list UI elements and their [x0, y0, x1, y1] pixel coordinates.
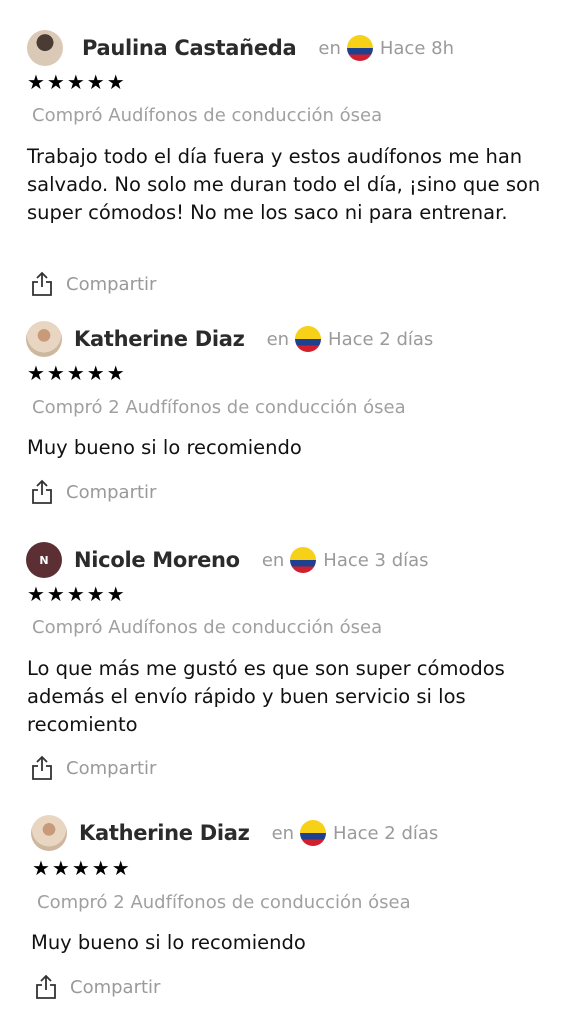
avatar: [27, 30, 63, 66]
review-header: N Nicole Moreno en Hace 3 días: [26, 542, 429, 578]
share-label: Compartir: [70, 976, 161, 998]
share-icon: [32, 479, 52, 504]
review-header: Katherine Diaz en Hace 2 días: [31, 815, 438, 851]
reviewer-name: Katherine Diaz: [79, 821, 250, 845]
location-prefix: en: [266, 328, 290, 350]
review-body: Trabajo todo el día fuera y estos audífo…: [27, 145, 541, 224]
review-header: Paulina Castañeda en Hace 8h: [27, 30, 454, 66]
review-header: Katherine Diaz en Hace 2 días: [26, 321, 433, 357]
avatar: N: [26, 542, 62, 578]
review-time: Hace 3 días: [323, 549, 429, 571]
share-icon: [36, 974, 56, 999]
reviewer-name: Nicole Moreno: [74, 548, 240, 572]
colombia-flag-icon: [346, 35, 373, 61]
purchased-product: Compró 2 Audfífonos de conducción ósea: [37, 892, 411, 913]
share-label: Compartir: [66, 481, 157, 503]
colombia-flag-icon: [290, 547, 317, 573]
share-icon: [32, 755, 52, 780]
share-button[interactable]: Compartir: [30, 271, 156, 297]
share-button[interactable]: Compartir: [30, 755, 156, 781]
avatar: [26, 321, 62, 357]
star-rating: ★★★★★: [32, 856, 132, 880]
star-rating: ★★★★★: [27, 361, 127, 385]
share-icon: [32, 271, 52, 296]
share-button[interactable]: Compartir: [34, 974, 160, 1000]
colombia-flag-icon: [295, 326, 322, 352]
share-button[interactable]: Compartir: [30, 479, 156, 505]
review-body: Muy bueno si lo recomiendo: [31, 931, 306, 954]
reviewer-name: Katherine Diaz: [74, 327, 245, 351]
star-rating: ★★★★★: [27, 582, 127, 606]
purchased-product: Compró 2 Audfífonos de conducción ósea: [32, 397, 406, 418]
share-label: Compartir: [66, 273, 157, 295]
purchased-product: Compró Audífonos de conducción ósea: [32, 105, 383, 126]
location-prefix: en: [318, 37, 341, 59]
review-body: Muy bueno si lo recomiendo: [27, 436, 302, 459]
star-rating: ★★★★★: [27, 70, 127, 94]
reviewer-name: Paulina Castañeda: [82, 36, 297, 60]
review-body: Lo que más me gustó es que son super cóm…: [27, 657, 505, 736]
colombia-flag-icon: [300, 820, 327, 846]
location-prefix: en: [261, 549, 285, 571]
review-time: Hace 2 días: [328, 328, 434, 350]
location-prefix: en: [271, 822, 295, 844]
avatar: [31, 815, 67, 851]
review-time: Hace 8h: [379, 37, 454, 59]
purchased-product: Compró Audífonos de conducción ósea: [32, 617, 383, 638]
review-time: Hace 2 días: [333, 822, 439, 844]
share-label: Compartir: [66, 757, 157, 779]
